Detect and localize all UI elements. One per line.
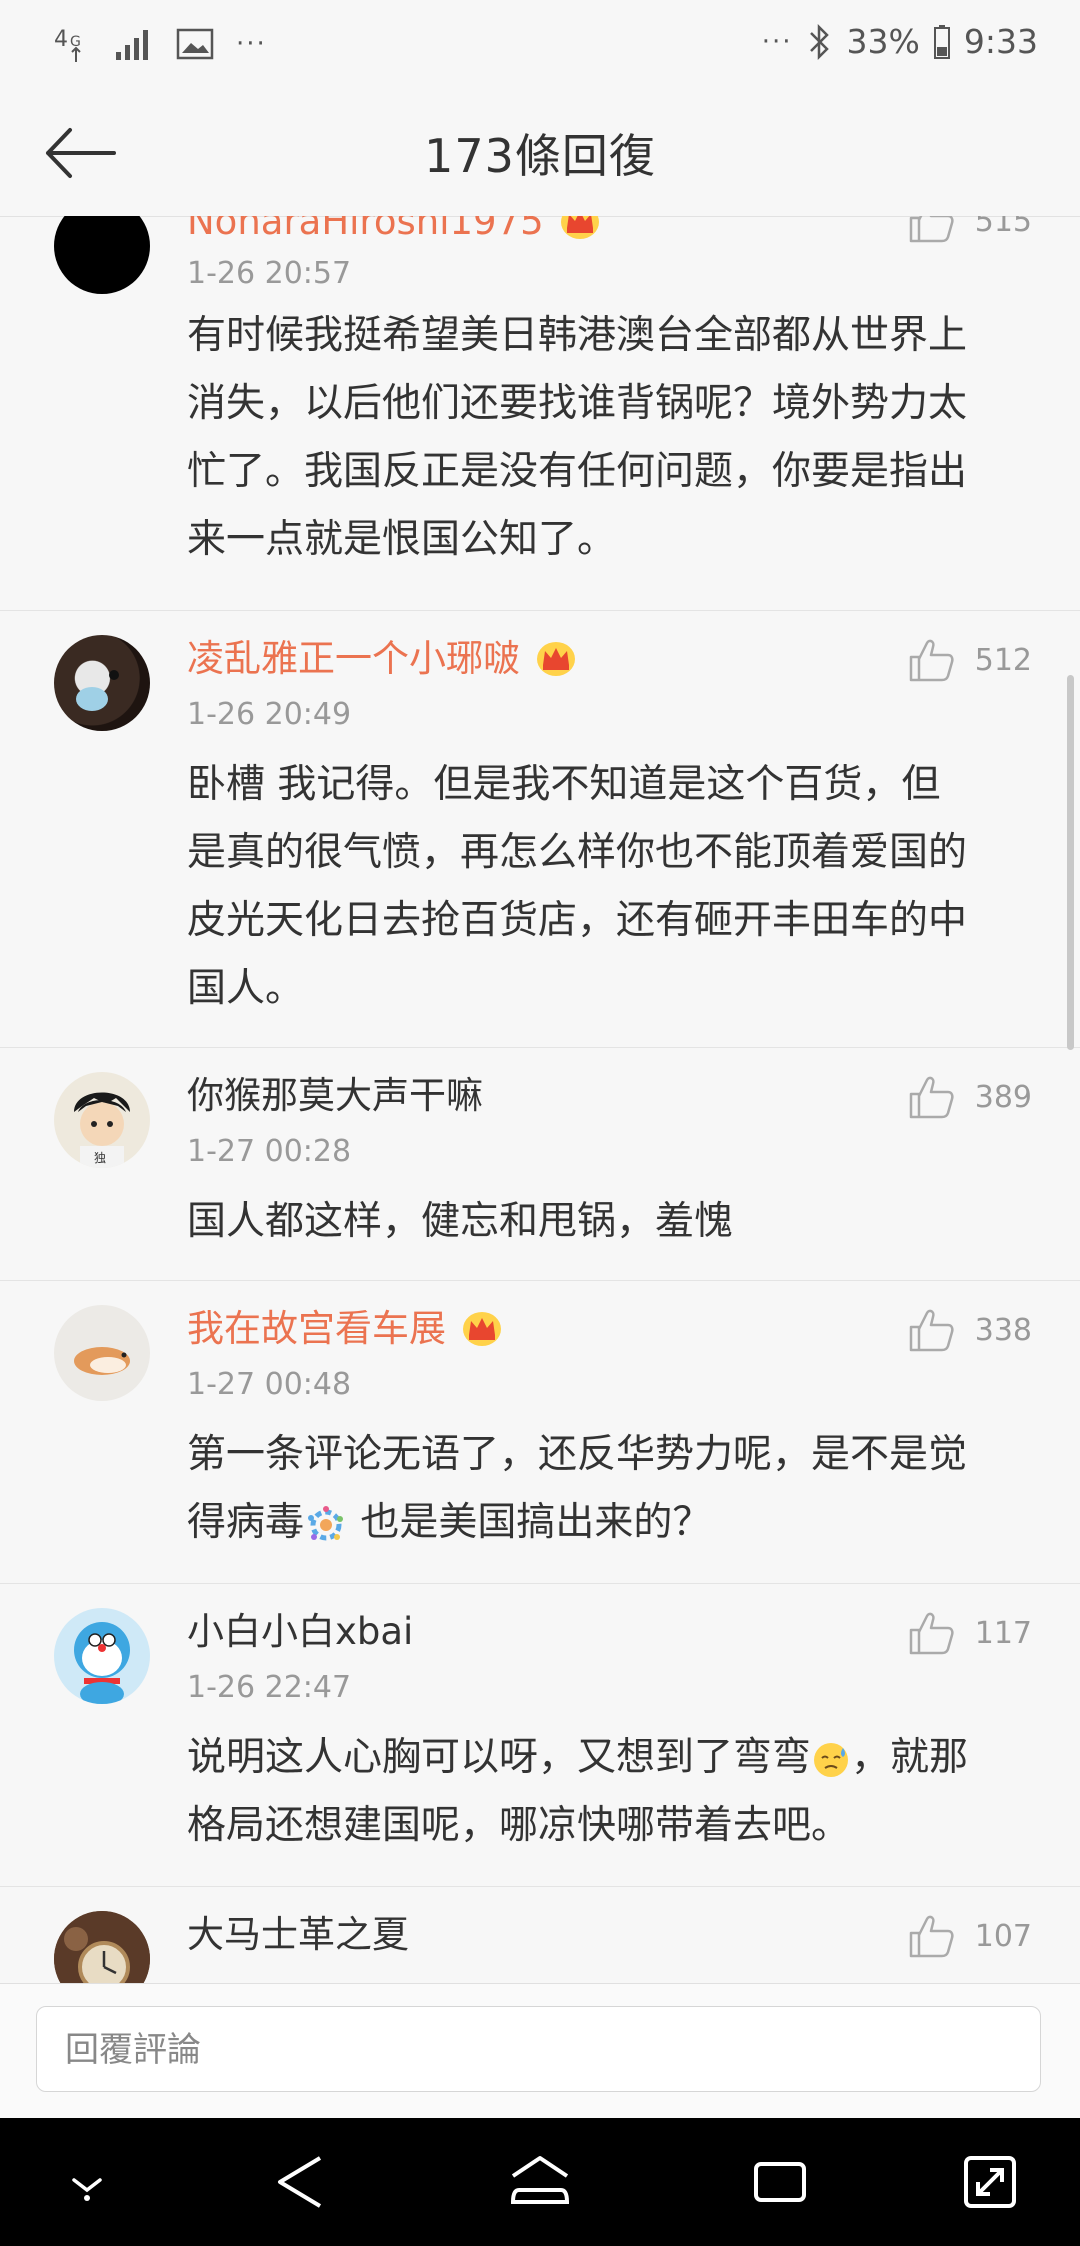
vip-crown-icon bbox=[537, 642, 575, 676]
like-button[interactable]: 389 bbox=[907, 1074, 1032, 1120]
username-text: 小白小白xbai bbox=[187, 1610, 414, 1653]
recent-apps-button[interactable] bbox=[752, 2152, 808, 2216]
comment-text: 国人都这样，健忘和甩锅，羞愧 bbox=[187, 1199, 734, 1244]
avatar-image: 独 bbox=[74, 1092, 130, 1168]
header: 173條回復 bbox=[0, 90, 1080, 217]
avatar-image bbox=[74, 1347, 130, 1375]
home-icon bbox=[510, 2156, 570, 2204]
rotate-screen-button[interactable] bbox=[960, 2152, 1020, 2216]
username-text: 你猴那莫大声干嘛 bbox=[187, 1074, 483, 1117]
battery-icon bbox=[933, 24, 950, 59]
avatar[interactable] bbox=[54, 1911, 150, 1983]
thumbs-up-icon bbox=[909, 1915, 954, 1958]
svg-text:4: 4 bbox=[54, 27, 68, 52]
comment-username[interactable]: 小白小白xbai bbox=[187, 1608, 413, 1656]
bluetooth-icon bbox=[807, 23, 833, 61]
like-count: 515 bbox=[974, 216, 1032, 239]
comment-text: 有时候我挺希望美日韩港澳台全部都从世界上 消失，以后他们还要找谁背锅呢？境外势力… bbox=[187, 313, 968, 562]
like-count: 117 bbox=[974, 1615, 1032, 1651]
comment-list[interactable]: NoharaHiroshi1975 1-26 20:57 515 有时候我挺希望… bbox=[0, 216, 1080, 1983]
comment-time: 1-26 20:49 bbox=[187, 697, 352, 732]
avatar[interactable] bbox=[54, 1305, 150, 1401]
network-4g-icon: 4 G bbox=[52, 22, 92, 66]
comment-item[interactable]: 大马士革之夏 107 bbox=[0, 1887, 1080, 1983]
comment-text: 第一条评论无语了，还反华势力呢，是不是觉 得病毒 也是美国搞出来的？ bbox=[187, 1432, 968, 1545]
comment-item[interactable]: 凌乱雅正一个小琊啵 1-26 20:49 512 卧槽 我记得。但是我不知道是这… bbox=[0, 611, 1080, 1048]
thumbs-up-icon bbox=[909, 639, 954, 682]
username-text: 大马士革之夏 bbox=[187, 1913, 409, 1956]
vip-crown-icon bbox=[560, 216, 599, 239]
comment-time: 1-26 20:57 bbox=[187, 256, 352, 291]
like-button[interactable]: 515 bbox=[907, 216, 1032, 244]
comment-username[interactable]: 凌乱雅正一个小琊啵 bbox=[187, 635, 578, 683]
reply-input[interactable]: 回覆評論 bbox=[36, 2006, 1041, 2092]
like-count: 512 bbox=[974, 642, 1032, 678]
comment-text: 卧槽 我记得。但是我不知道是这个百货，但 是真的很气愤，再怎么样你也不能顶着爱国… bbox=[187, 762, 968, 1011]
like-button[interactable]: 512 bbox=[907, 637, 1032, 683]
comment-item[interactable]: 我在故宫看车展 1-27 00:48 338 第一条评论无语了，还反华势力呢，是… bbox=[0, 1281, 1080, 1584]
more-notifications-text: ··· bbox=[236, 29, 267, 59]
navigation-bar bbox=[0, 2118, 1080, 2246]
scrollbar[interactable] bbox=[1067, 675, 1074, 1050]
home-button[interactable] bbox=[507, 2152, 573, 2216]
battery-percent: 33% bbox=[846, 22, 920, 61]
clock: 9:33 bbox=[963, 22, 1038, 61]
chevron-down-icon bbox=[72, 2178, 102, 2201]
username-text: 我在故宫看车展 bbox=[187, 1307, 446, 1350]
page-title: 173條回復 bbox=[424, 129, 656, 183]
thumbs-up-icon bbox=[909, 216, 954, 243]
sweat-face-emoji-icon bbox=[814, 1742, 849, 1777]
comment-text: 说明这人心胸可以呀，又想到了弯弯 ，就那 格局还想建国呢，哪凉快哪带着去吧。 bbox=[187, 1735, 969, 1848]
back-triangle-icon bbox=[278, 2156, 322, 2208]
avatar-image bbox=[54, 1911, 150, 1983]
avatar[interactable] bbox=[54, 1608, 150, 1704]
comment-item[interactable]: NoharaHiroshi1975 1-26 20:57 515 有时候我挺希望… bbox=[0, 216, 1080, 611]
avatar[interactable] bbox=[54, 635, 150, 731]
comment-time: 1-27 00:28 bbox=[187, 1134, 352, 1169]
username-text: 凌乱雅正一个小琊啵 bbox=[187, 637, 520, 680]
comment-username[interactable]: 我在故宫看车展 bbox=[187, 1305, 504, 1353]
like-count: 338 bbox=[974, 1312, 1032, 1348]
back-nav-button[interactable] bbox=[272, 2152, 328, 2216]
image-icon bbox=[176, 28, 214, 60]
avatar[interactable] bbox=[54, 216, 150, 294]
like-button[interactable]: 107 bbox=[907, 1913, 1032, 1959]
more-status-text: ··· bbox=[761, 26, 793, 57]
like-button[interactable]: 338 bbox=[907, 1307, 1032, 1353]
avatar-image bbox=[74, 1622, 130, 1704]
comment-time: 1-27 00:48 bbox=[187, 1367, 352, 1402]
reply-bar: 回覆評論 bbox=[0, 1983, 1080, 2119]
recent-apps-icon bbox=[754, 2162, 806, 2202]
like-count: 107 bbox=[974, 1918, 1032, 1954]
comment-item[interactable]: 小白小白xbai 1-26 22:47 117 说明这人心胸可以呀，又想到了弯弯… bbox=[0, 1584, 1080, 1887]
thumbs-up-icon bbox=[909, 1612, 954, 1655]
comment-username[interactable]: 你猴那莫大声干嘛 bbox=[187, 1072, 483, 1120]
svg-text:独: 独 bbox=[94, 1151, 106, 1165]
hide-keyboard-button[interactable] bbox=[62, 2168, 112, 2208]
comment-item[interactable]: 独 你猴那莫大声干嘛 1-27 00:28 389 国人都这样，健忘和甩锅，羞愧 bbox=[0, 1048, 1080, 1281]
avatar-image bbox=[76, 670, 119, 711]
username-text: NoharaHiroshi1975 bbox=[187, 216, 544, 243]
vip-crown-icon bbox=[463, 1312, 501, 1346]
like-button[interactable]: 117 bbox=[907, 1610, 1032, 1656]
status-bar: 4 G ··· ··· 33% 9:33 bbox=[0, 0, 1080, 90]
thumbs-up-icon bbox=[909, 1309, 954, 1352]
comment-username[interactable]: 大马士革之夏 bbox=[187, 1911, 409, 1959]
like-count: 389 bbox=[974, 1079, 1032, 1115]
signal-icon bbox=[114, 26, 154, 62]
thumbs-up-icon bbox=[909, 1076, 954, 1119]
expand-arrows-icon bbox=[964, 2156, 1016, 2208]
virus-emoji-icon bbox=[308, 1505, 344, 1540]
comment-time: 1-26 22:47 bbox=[187, 1670, 352, 1705]
comment-username[interactable]: NoharaHiroshi1975 bbox=[187, 216, 602, 246]
avatar[interactable]: 独 bbox=[54, 1072, 150, 1168]
